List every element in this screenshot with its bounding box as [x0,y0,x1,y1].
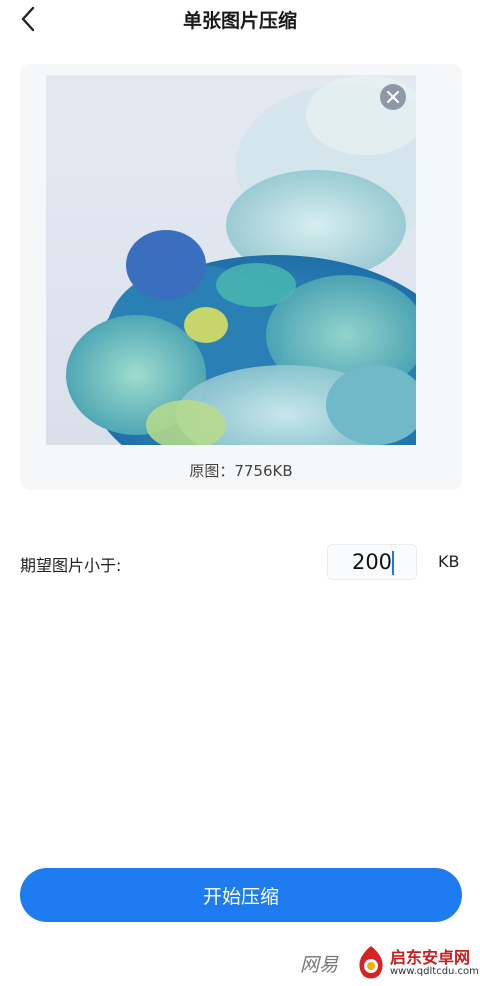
text-cursor [392,551,394,575]
preview-image[interactable] [46,75,416,445]
watermark-brand: 启东安卓网 [390,948,471,967]
close-icon [386,90,400,104]
target-size-label: 期望图片小于: [20,556,122,575]
wallpaper-artwork [66,75,416,445]
watermark-url: www.qdltcdu.com [390,966,479,977]
target-size-input[interactable] [327,544,417,580]
header-bar: 单张图片压缩 [0,0,480,40]
target-size-row: 期望图片小于: KB [20,540,462,584]
watermark-logo-icon [359,946,383,979]
page-title: 单张图片压缩 [182,10,297,32]
remove-image-button[interactable] [380,84,406,110]
watermark: 网易 启东安卓网 www.qdltcdu.com [300,940,480,986]
image-preview-card: 原图：7756KB [20,64,462,490]
unit-label: KB [438,552,460,571]
start-compress-button[interactable]: 开始压缩 [20,868,462,922]
watermark-left-text: 网易 [300,954,339,976]
original-size-label: 原图：7756KB [189,462,293,480]
